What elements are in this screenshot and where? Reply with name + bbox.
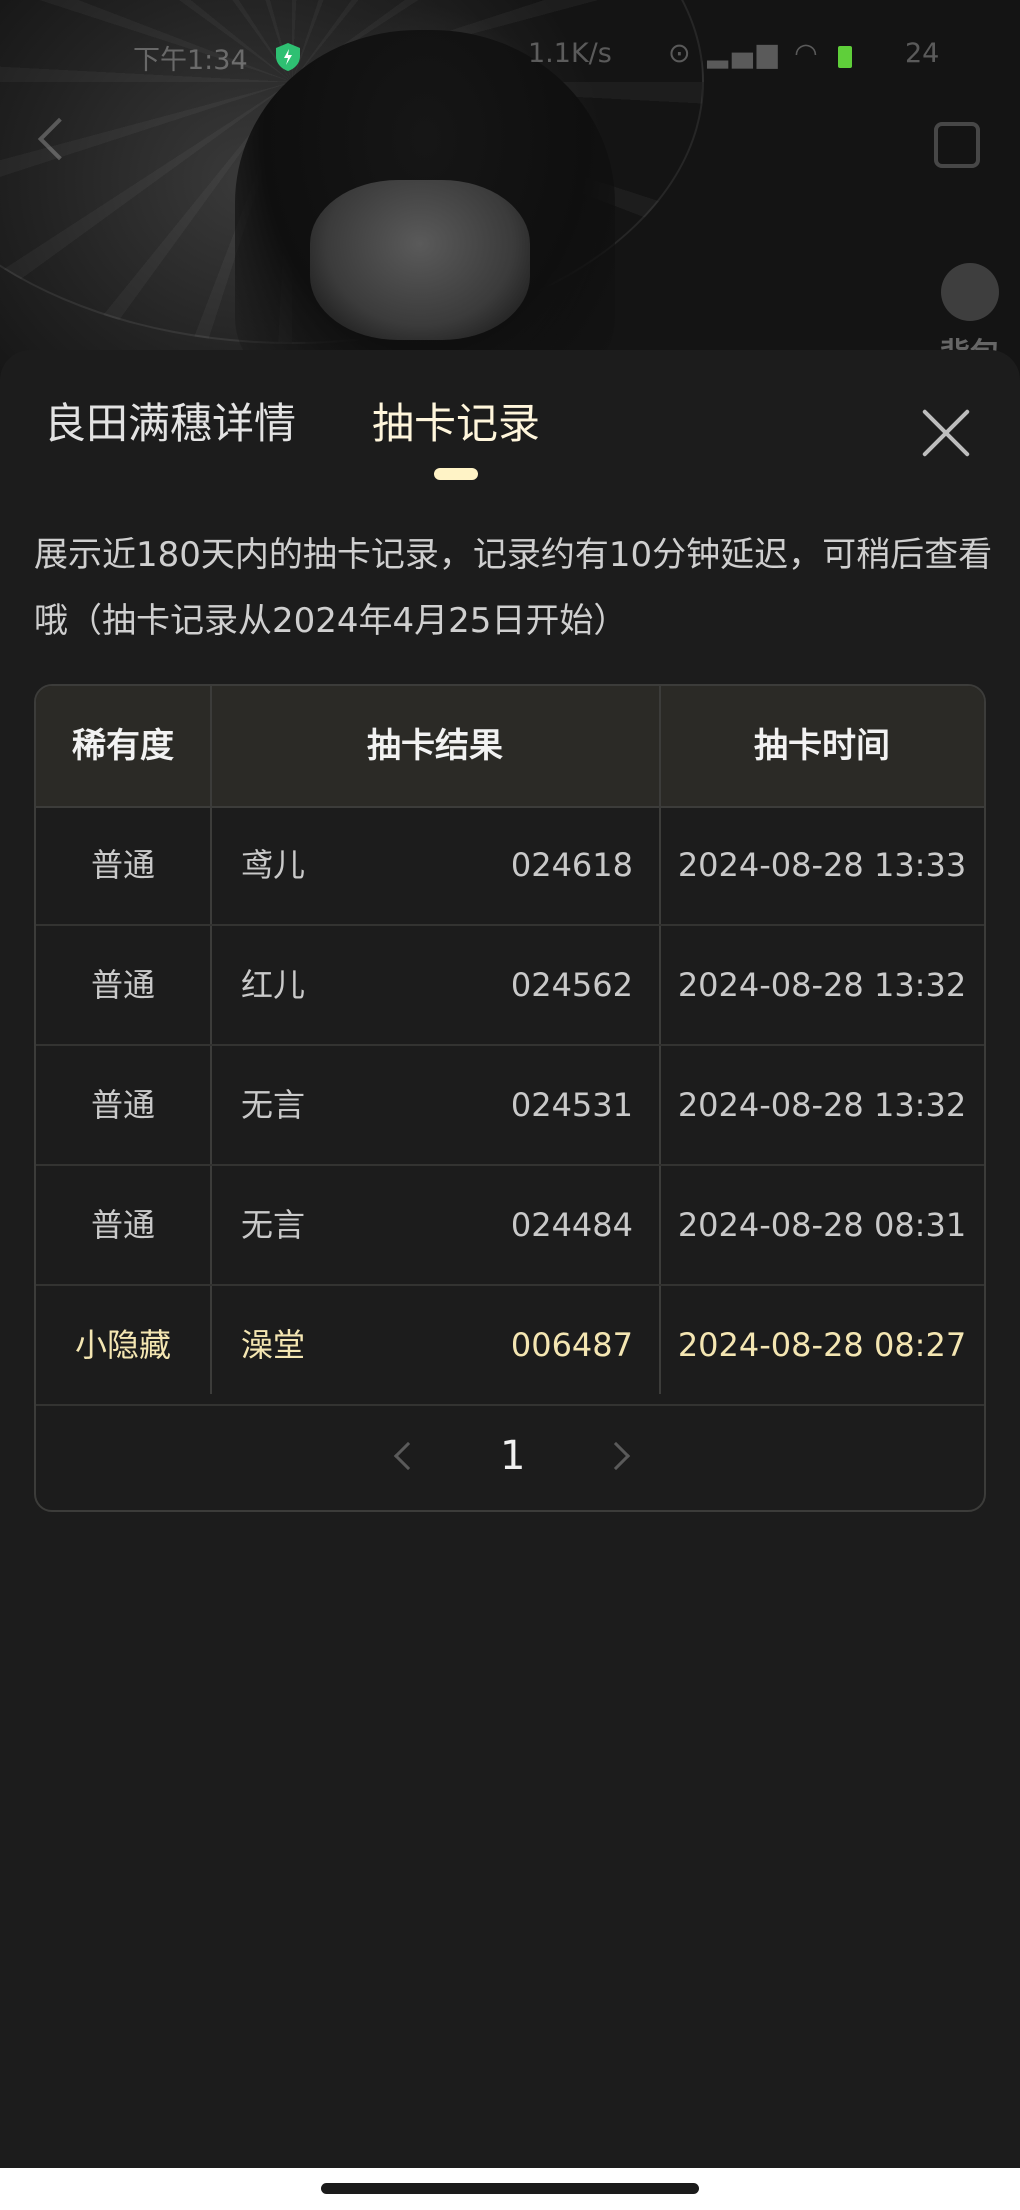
header-result: 抽卡结果 bbox=[367, 726, 503, 766]
header-time: 抽卡时间 bbox=[754, 726, 890, 766]
draw-records-table: 稀有度 抽卡结果 抽卡时间 普通 鸢儿 024618 2024-08-28 13… bbox=[34, 684, 986, 1512]
result-number: 006487 bbox=[510, 1326, 633, 1364]
current-page[interactable]: 1 bbox=[500, 1428, 525, 1484]
table-header: 稀有度 抽卡结果 抽卡时间 bbox=[36, 686, 984, 808]
tab-draw-records[interactable]: 抽卡记录 bbox=[372, 396, 540, 452]
rarity-cell: 普通 bbox=[90, 1086, 155, 1124]
bag-button[interactable]: 背包 bbox=[920, 245, 1020, 372]
status-icons: ⊙ ▂▄▆ ◠ bbox=[668, 38, 822, 69]
network-speed: 1.1K/s bbox=[528, 38, 612, 69]
tab-details[interactable]: 良田满穗详情 bbox=[44, 396, 296, 452]
rarity-cell: 普通 bbox=[90, 966, 155, 1004]
rarity-cell: 普通 bbox=[90, 846, 155, 884]
rarity-cell: 普通 bbox=[90, 1206, 155, 1244]
draw-time: 2024-08-28 08:27 bbox=[677, 1326, 967, 1364]
battery-icon bbox=[838, 46, 852, 68]
close-icon[interactable] bbox=[918, 405, 974, 461]
table-row: 普通 红儿 024562 2024-08-28 13:32 bbox=[36, 926, 984, 1046]
result-number: 024484 bbox=[510, 1206, 633, 1244]
bag-icon bbox=[941, 263, 999, 321]
table-row: 普通 无言 024531 2024-08-28 13:32 bbox=[36, 1046, 984, 1166]
table-body: 普通 鸢儿 024618 2024-08-28 13:33 普通 红儿 0245… bbox=[36, 806, 984, 1406]
share-icon[interactable] bbox=[934, 122, 980, 168]
battery-level: 24 bbox=[905, 38, 940, 69]
status-time: 下午1:34 bbox=[133, 45, 248, 76]
system-nav-bar bbox=[0, 2168, 1020, 2210]
header-rarity: 稀有度 bbox=[72, 726, 174, 766]
rarity-cell: 小隐藏 bbox=[74, 1326, 171, 1364]
status-bar: 下午1:34 1.1K/s ⊙ ▂▄▆ ◠ 24 bbox=[0, 38, 1020, 78]
table-row: 普通 鸢儿 024618 2024-08-28 13:33 bbox=[36, 806, 984, 926]
home-indicator[interactable] bbox=[321, 2183, 699, 2194]
table-row-highlight: 小隐藏 澡堂 006487 2024-08-28 08:27 bbox=[36, 1286, 984, 1406]
records-notice: 展示近180天内的抽卡记录，记录约有10分钟延迟，可稍后查看哦（抽卡记录从202… bbox=[34, 535, 993, 641]
character-face bbox=[310, 180, 530, 340]
draw-time: 2024-08-28 08:31 bbox=[677, 1206, 967, 1244]
chevron-right-icon[interactable] bbox=[601, 1441, 631, 1471]
draw-time: 2024-08-28 13:32 bbox=[677, 966, 967, 1004]
result-number: 024618 bbox=[510, 846, 633, 884]
table-row: 普通 无言 024484 2024-08-28 08:31 bbox=[36, 1166, 984, 1286]
pagination: 1 bbox=[36, 1402, 984, 1510]
active-tab-indicator bbox=[434, 468, 478, 480]
shield-icon bbox=[276, 43, 300, 71]
draw-time: 2024-08-28 13:33 bbox=[677, 846, 967, 884]
chevron-left-icon[interactable] bbox=[393, 1441, 423, 1471]
draw-time: 2024-08-28 13:32 bbox=[677, 1086, 967, 1124]
result-number: 024531 bbox=[510, 1086, 633, 1124]
result-number: 024562 bbox=[510, 966, 633, 1004]
